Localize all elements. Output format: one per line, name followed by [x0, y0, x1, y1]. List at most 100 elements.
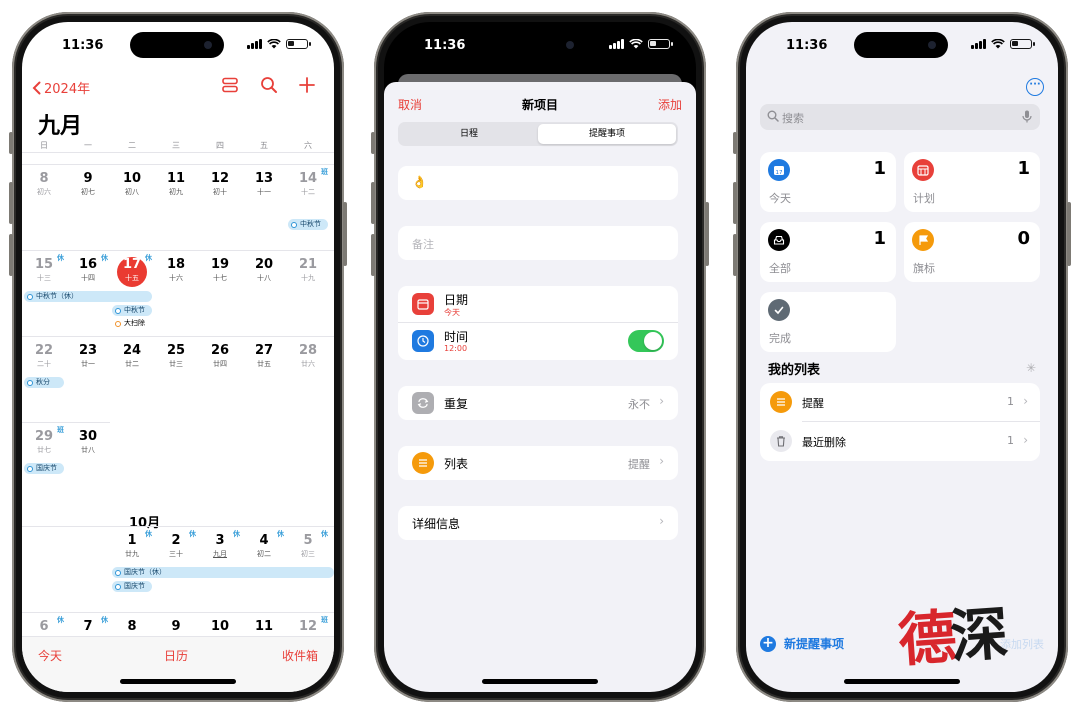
status-bar: 11:36	[384, 36, 696, 56]
day-cell[interactable]: 9 初七	[66, 165, 110, 197]
day-cell[interactable]: 20 十八	[242, 251, 286, 283]
status-bar: 11:36	[746, 36, 1058, 56]
title-field-value: 👌	[412, 175, 427, 189]
new-reminder-button[interactable]: + 新提醒事项	[760, 635, 844, 652]
notes-field[interactable]: 备注	[398, 226, 678, 260]
list-value: 提醒	[628, 458, 650, 471]
chevron-left-icon	[32, 81, 41, 94]
chevron-right-icon: ›	[659, 394, 664, 408]
list-row[interactable]: 列表 提醒 ›	[398, 446, 678, 480]
tile-today[interactable]: 17 1 今天	[760, 152, 896, 212]
list-item-count: 1	[1007, 395, 1014, 408]
add-button[interactable]: 添加	[658, 96, 682, 113]
month-title: 九月	[38, 114, 83, 139]
tab-calendars[interactable]: 日历	[164, 647, 188, 664]
search-input[interactable]: 搜索	[760, 104, 1040, 130]
day-cell[interactable]: 21 十九	[286, 251, 330, 283]
day-cell[interactable]: 10 初八	[110, 165, 154, 197]
day-cell[interactable]: 18 十六	[154, 251, 198, 283]
tile-all[interactable]: 1 全部	[760, 222, 896, 282]
phone-calendar: 11:36 2024年 九月 日 一 二 三 四 五 六 8 初六 9 初七 1…	[9, 12, 347, 702]
day-cell[interactable]: 13 十一	[242, 165, 286, 197]
search-icon[interactable]	[260, 76, 278, 94]
day-cell[interactable]: 休 1 廿九	[110, 527, 154, 559]
day-cell[interactable]: 11 初九	[154, 165, 198, 197]
date-time-card: 日期 今天 时间 12:00	[398, 286, 678, 360]
signal-icon	[609, 39, 624, 49]
day-cell-today[interactable]: 休 17 十五	[110, 251, 154, 283]
chevron-right-icon: ›	[1023, 394, 1028, 408]
day-cell[interactable]: 休 15 十三	[22, 251, 66, 283]
day-cell[interactable]: 23 廿一	[66, 337, 110, 369]
new-item-screen: 11:36 新项目 取消 添加 日程 提醒事项 👌 备注 日期 今天 时间 12…	[384, 22, 696, 692]
time-row: 时间 12:00	[398, 323, 678, 360]
volume-up-button	[9, 182, 13, 224]
day-cell[interactable]: 24 廿二	[110, 337, 154, 369]
add-list-button[interactable]: 添加列表	[1000, 636, 1044, 652]
more-options-icon[interactable]: ···	[1026, 78, 1044, 96]
segment-reminder[interactable]: 提醒事项	[538, 124, 676, 144]
day-cell[interactable]: 25 廿三	[154, 337, 198, 369]
day-cell[interactable]: 休 5 初三	[286, 527, 330, 559]
day-cell[interactable]: 27 廿五	[242, 337, 286, 369]
details-row[interactable]: 详细信息 ›	[398, 506, 678, 540]
volume-down-button	[733, 234, 737, 276]
list-item-recently-deleted[interactable]: 最近删除 1 ›	[760, 422, 1040, 461]
list-item-reminders[interactable]: 提醒 1 ›	[760, 383, 1040, 422]
tab-today[interactable]: 今天	[38, 647, 62, 664]
add-event-icon[interactable]	[298, 76, 316, 94]
day-cell[interactable]: 8	[110, 613, 154, 634]
day-cell[interactable]: 11	[242, 613, 286, 634]
wifi-icon	[991, 39, 1005, 49]
day-cell[interactable]: 休 4 初二	[242, 527, 286, 559]
view-mode-icon[interactable]	[221, 76, 239, 94]
time-toggle[interactable]	[628, 330, 664, 352]
tile-scheduled[interactable]: 1 计划	[904, 152, 1040, 212]
power-button	[343, 202, 347, 266]
list-label: 列表	[444, 457, 469, 471]
my-lists-card: 提醒 1 › 最近删除 1 ›	[760, 383, 1040, 461]
day-cell[interactable]: 休 3 九月	[198, 527, 242, 559]
date-row[interactable]: 日期 今天	[398, 286, 678, 323]
day-cell[interactable]: 9	[154, 613, 198, 634]
day-cell[interactable]: 28 廿六	[286, 337, 330, 369]
signal-icon	[971, 39, 986, 49]
cancel-button[interactable]: 取消	[398, 96, 422, 113]
back-year-button[interactable]: 2024年	[32, 78, 90, 97]
event-midautumn-holiday[interactable]: 中秋节（休）	[24, 291, 152, 302]
day-cell[interactable]: 班 29 廿七	[22, 423, 66, 455]
event-midautumn[interactable]: 中秋节	[112, 305, 152, 316]
day-cell[interactable]: 休7	[66, 613, 110, 634]
event-national-day[interactable]: 国庆节	[24, 463, 64, 474]
day-cell[interactable]: 30 廿八	[66, 423, 110, 455]
tile-flagged[interactable]: 0 旗标	[904, 222, 1040, 282]
event-national-day[interactable]: 国庆节	[112, 581, 152, 592]
event-cleaning[interactable]: 大扫除	[112, 318, 154, 329]
segment-event[interactable]: 日程	[400, 124, 538, 144]
event-autumn-equinox[interactable]: 秋分	[24, 377, 64, 388]
action-button	[733, 132, 737, 154]
day-cell[interactable]: 12 初十	[198, 165, 242, 197]
title-field[interactable]: 👌	[398, 166, 678, 200]
repeat-row[interactable]: 重复 永不 ›	[398, 386, 678, 420]
day-cell[interactable]: 10	[198, 613, 242, 634]
weekday-label: 三	[172, 141, 180, 150]
event-midautumn[interactable]: 中秋节	[288, 219, 328, 230]
day-cell[interactable]: 休 2 三十	[154, 527, 198, 559]
day-cell[interactable]: 班 14 十二	[286, 165, 330, 197]
weekday-label: 一	[84, 141, 92, 150]
day-cell[interactable]: 22 二十	[22, 337, 66, 369]
day-cell[interactable]: 班 12	[286, 613, 330, 634]
day-cell[interactable]: 休 16 十四	[66, 251, 110, 283]
status-time: 11:36	[786, 38, 828, 53]
tab-inbox[interactable]: 收件箱	[282, 647, 318, 664]
day-cell[interactable]: 26 廿四	[198, 337, 242, 369]
day-cell[interactable]: 19 十七	[198, 251, 242, 283]
day-cell[interactable]: 8 初六	[22, 165, 66, 197]
event-national-day-holiday[interactable]: 国庆节（休）	[112, 567, 334, 578]
tile-today-label: 今天	[769, 192, 791, 205]
day-cell[interactable]: 休6	[22, 613, 66, 634]
microphone-icon[interactable]	[1022, 110, 1032, 123]
volume-up-button	[371, 182, 375, 224]
tile-completed[interactable]: 完成	[760, 292, 896, 352]
